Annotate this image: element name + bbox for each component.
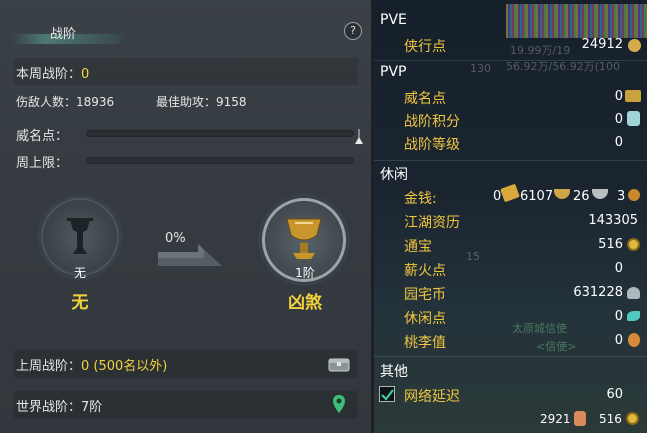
- money-label: 金钱:: [404, 191, 437, 207]
- bg-level-a: 130: [470, 62, 491, 75]
- rank-level-value: 0: [614, 135, 623, 150]
- xiuxian-label: 休闲点: [404, 311, 446, 327]
- best-assist: 最佳助攻：9158: [156, 93, 247, 110]
- prestige-label: 威名点：: [16, 129, 69, 144]
- yuanzhai-icon: [627, 287, 640, 299]
- prestige-point-value: 0: [614, 89, 623, 104]
- weekly-cap-label: 周上限：: [16, 156, 69, 171]
- bg-gauge-1: 19.99万/19: [510, 44, 571, 57]
- bg-place: 太原城信使: [512, 322, 567, 335]
- divider: [374, 160, 647, 161]
- taoli-value: 0: [614, 333, 623, 348]
- week-rank-value: 0: [81, 67, 90, 82]
- last-week-rank: 上周战阶：0 (500名以外): [16, 355, 167, 374]
- money-copper-value: 26: [573, 189, 590, 204]
- prestige-bar: [86, 130, 354, 137]
- rank-score-label: 战阶积分: [404, 114, 460, 130]
- tongbao-icon: [627, 238, 640, 251]
- checkmark-icon: [381, 389, 394, 401]
- latency-value: 60: [606, 387, 623, 402]
- next-rank-small: 1阶: [295, 266, 315, 280]
- xiaxing-label: 侠行点: [404, 39, 446, 55]
- help-icon[interactable]: ?: [344, 22, 362, 40]
- background-buff-strip: [506, 4, 647, 38]
- xinhuo-value: 0: [614, 261, 623, 276]
- week-rank-label: 本周战阶：: [16, 67, 82, 82]
- rank-score-value: 0: [614, 112, 623, 127]
- prestige-icon: [625, 90, 641, 102]
- rank-none-icon: [67, 218, 93, 254]
- tongbao-value: 516: [598, 237, 623, 252]
- rank-score-icon: [627, 111, 640, 126]
- prestige-point-label: 威名点: [404, 91, 446, 107]
- location-pin-icon[interactable]: [332, 394, 346, 414]
- last-week-label: 上周战阶：: [16, 359, 82, 374]
- footer-left-icon: [574, 411, 586, 426]
- copper-ingot-icon: [592, 189, 608, 199]
- damage-count-value: 18936: [76, 95, 115, 109]
- reward-chest-icon[interactable]: [328, 356, 350, 372]
- silver-ingot-icon: [554, 189, 570, 199]
- xiuxian-icon: [627, 311, 640, 321]
- currency-panel: 19.99万/19 56.92万/56.92万(100 130 15 太原城信使…: [374, 0, 647, 433]
- best-assist-label: 最佳助攻：: [156, 95, 217, 109]
- world-rank-value: 7阶: [81, 400, 103, 415]
- yuanzhai-label: 园宅币: [404, 287, 446, 303]
- damage-count: 伤敌人数：18936: [16, 93, 114, 110]
- latency-checkbox[interactable]: [379, 386, 395, 402]
- other-header: 其他: [380, 364, 408, 380]
- footer-right-value: 516: [599, 412, 622, 426]
- rank-panel: 战阶 ? 本周战阶：0 伤敌人数：18936 最佳助攻：9158 威名点： 周上…: [0, 0, 372, 433]
- bar-marker-icon: [355, 129, 363, 144]
- money-coin-value: 3: [617, 189, 626, 204]
- footer-left-value: 2921: [540, 412, 571, 426]
- progress-arrow-icon: [158, 244, 222, 266]
- taoli-icon: [628, 333, 640, 347]
- leisure-header: 休闲: [380, 167, 408, 183]
- pve-header: PVE: [380, 12, 407, 28]
- latency-label: 网络延迟: [404, 389, 460, 405]
- xiaxing-icon: [628, 39, 641, 52]
- yuanzhai-value: 631228: [573, 285, 623, 300]
- money-silver-value: 6107: [520, 189, 554, 204]
- weekly-cap-bar: [86, 157, 354, 164]
- best-assist-value: 9158: [216, 95, 247, 109]
- current-rank-name: 无: [71, 293, 89, 313]
- week-rank: 本周战阶：0: [16, 63, 89, 82]
- next-rank-name: 凶煞: [288, 293, 322, 313]
- panel-title: 战阶: [50, 27, 77, 42]
- footer-tongbao-icon: [626, 412, 639, 425]
- current-rank-small: 无: [73, 266, 86, 280]
- rank-level-label: 战阶等级: [404, 137, 460, 153]
- bg-place-sub: <信使>: [536, 340, 577, 353]
- taoli-label: 桃李值: [404, 335, 446, 351]
- world-rank-label: 世界战阶：: [16, 400, 82, 415]
- gold-ingot-icon: [500, 183, 520, 203]
- xinhuo-label: 薪火点: [404, 263, 446, 279]
- world-rank: 世界战阶：7阶: [16, 396, 102, 415]
- bg-level-b: 15: [466, 250, 480, 263]
- xiaxing-value: 24912: [581, 37, 623, 52]
- tongbao-label: 通宝: [404, 239, 432, 255]
- divider: [374, 60, 647, 61]
- damage-count-label: 伤敌人数：: [16, 95, 77, 109]
- jianghu-label: 江湖资历: [404, 215, 460, 231]
- panel-title-bar: 战阶: [0, 14, 372, 48]
- divider: [374, 356, 647, 357]
- last-week-value: 0 (500名以外): [81, 359, 168, 374]
- xiuxian-value: 0: [614, 309, 623, 324]
- coin-icon: [628, 189, 640, 201]
- jianghu-value: 143305: [588, 213, 638, 228]
- pvp-header: PVP: [380, 64, 407, 80]
